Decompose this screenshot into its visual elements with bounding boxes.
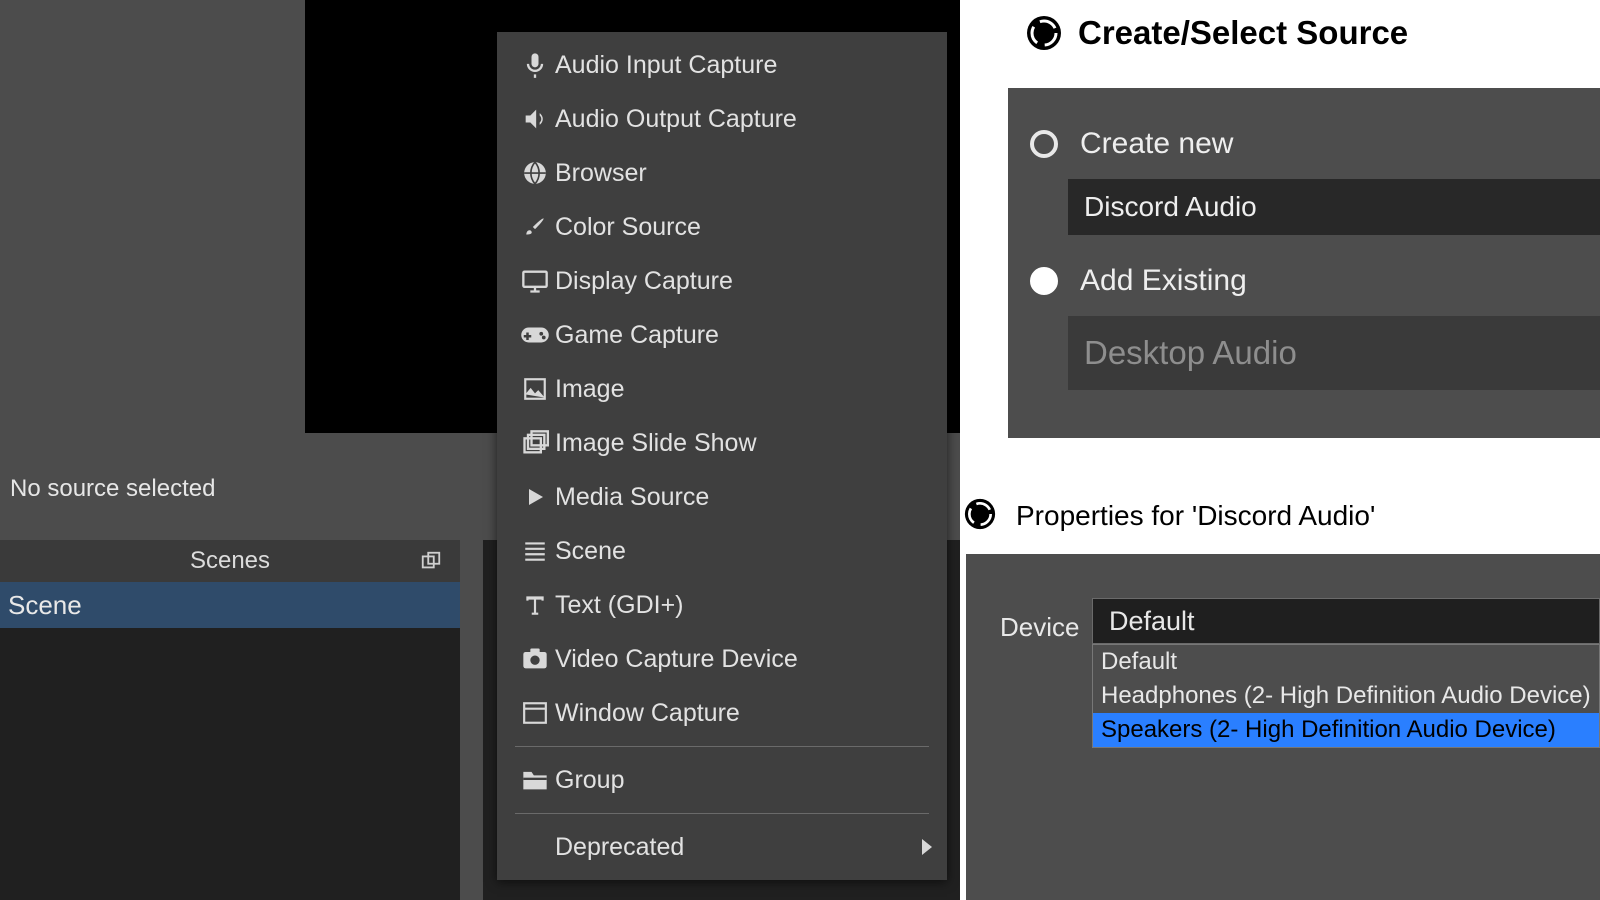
menu-color-source[interactable]: Color Source — [497, 200, 947, 254]
menu-window-capture[interactable]: Window Capture — [497, 686, 947, 740]
existing-source-item[interactable]: Desktop Audio — [1084, 334, 1297, 372]
device-dropdown-list: Default Headphones (2- High Definition A… — [1092, 644, 1600, 748]
image-icon — [515, 376, 555, 402]
gamepad-icon — [515, 325, 555, 345]
menu-group[interactable]: Group — [497, 753, 947, 807]
monitor-icon — [515, 267, 555, 295]
scenes-header-text: Scenes — [190, 547, 270, 575]
list-icon — [515, 540, 555, 562]
brush-icon — [515, 214, 555, 240]
radio-unselected-icon — [1030, 130, 1058, 158]
properties-title-text: Properties for 'Discord Audio' — [1016, 500, 1375, 532]
scene-item[interactable]: Scene — [0, 582, 460, 628]
menu-label: Image — [555, 375, 624, 404]
create-dialog-title-text: Create/Select Source — [1078, 14, 1408, 52]
menu-image[interactable]: Image — [497, 362, 947, 416]
scenes-panel-header: Scenes — [0, 540, 460, 582]
menu-browser[interactable]: Browser — [497, 146, 947, 200]
menu-media-source[interactable]: Media Source — [497, 470, 947, 524]
menu-image-slide-show[interactable]: Image Slide Show — [497, 416, 947, 470]
menu-scene[interactable]: Scene — [497, 524, 947, 578]
device-label: Device — [1000, 612, 1079, 643]
existing-source-list[interactable]: Desktop Audio — [1068, 316, 1600, 390]
camera-icon — [515, 647, 555, 671]
add-existing-radio[interactable]: Add Existing — [1008, 253, 1600, 309]
play-icon — [515, 485, 555, 509]
obs-main-window: No source selected Scenes Scene Audio In… — [0, 0, 960, 900]
no-source-label: No source selected — [10, 475, 215, 503]
menu-text-gdi[interactable]: Text (GDI+) — [497, 578, 947, 632]
panel-divider[interactable] — [463, 540, 483, 900]
menu-separator — [515, 746, 929, 747]
create-select-source-dialog: Create new Discord Audio Add Existing De… — [1008, 88, 1600, 438]
menu-audio-input-capture[interactable]: Audio Input Capture — [497, 38, 947, 92]
menu-game-capture[interactable]: Game Capture — [497, 308, 947, 362]
menu-label: Deprecated — [555, 833, 684, 862]
menu-label: Browser — [555, 159, 647, 188]
window-icon — [515, 701, 555, 725]
obs-logo-icon — [1026, 15, 1062, 51]
folder-icon — [515, 768, 555, 792]
device-option[interactable]: Speakers (2- High Definition Audio Devic… — [1093, 713, 1599, 747]
create-new-radio[interactable]: Create new — [1008, 116, 1600, 172]
menu-label: Audio Input Capture — [555, 51, 777, 80]
menu-label: Text (GDI+) — [555, 591, 684, 620]
menu-label: Audio Output Capture — [555, 105, 797, 134]
add-source-context-menu: Audio Input Capture Audio Output Capture… — [497, 32, 947, 880]
menu-label: Group — [555, 766, 624, 795]
scenes-list[interactable]: Scene — [0, 582, 460, 900]
text-icon — [515, 592, 555, 618]
device-option[interactable]: Default — [1093, 645, 1599, 679]
menu-separator — [515, 813, 929, 814]
menu-label: Media Source — [555, 483, 709, 512]
device-option[interactable]: Headphones (2- High Definition Audio Dev… — [1093, 679, 1599, 713]
menu-label: Window Capture — [555, 699, 740, 728]
slides-icon — [515, 429, 555, 457]
menu-label: Display Capture — [555, 267, 733, 296]
create-new-label: Create new — [1080, 127, 1233, 161]
menu-video-capture-device[interactable]: Video Capture Device — [497, 632, 947, 686]
properties-dialog: Device Default Default Headphones (2- Hi… — [966, 554, 1600, 900]
obs-logo-icon — [964, 498, 1000, 534]
menu-display-capture[interactable]: Display Capture — [497, 254, 947, 308]
add-existing-label: Add Existing — [1080, 264, 1247, 298]
menu-label: Scene — [555, 537, 626, 566]
panel-undock-icon[interactable] — [420, 550, 442, 572]
menu-audio-output-capture[interactable]: Audio Output Capture — [497, 92, 947, 146]
submenu-arrow-icon — [921, 839, 933, 855]
menu-label: Image Slide Show — [555, 429, 757, 458]
device-select[interactable]: Default — [1092, 598, 1600, 644]
menu-label: Color Source — [555, 213, 701, 242]
properties-title-bar: Properties for 'Discord Audio' — [964, 498, 1375, 534]
menu-label: Game Capture — [555, 321, 719, 350]
microphone-icon — [515, 51, 555, 79]
globe-icon — [515, 160, 555, 186]
menu-label: Video Capture Device — [555, 645, 798, 674]
speaker-icon — [515, 105, 555, 133]
menu-deprecated[interactable]: Deprecated — [497, 820, 947, 874]
new-source-name-input[interactable]: Discord Audio — [1068, 179, 1600, 235]
create-select-source-title-bar: Create/Select Source — [1026, 14, 1408, 52]
radio-selected-icon — [1030, 267, 1058, 295]
right-panels: Create/Select Source Create new Discord … — [960, 0, 1600, 900]
